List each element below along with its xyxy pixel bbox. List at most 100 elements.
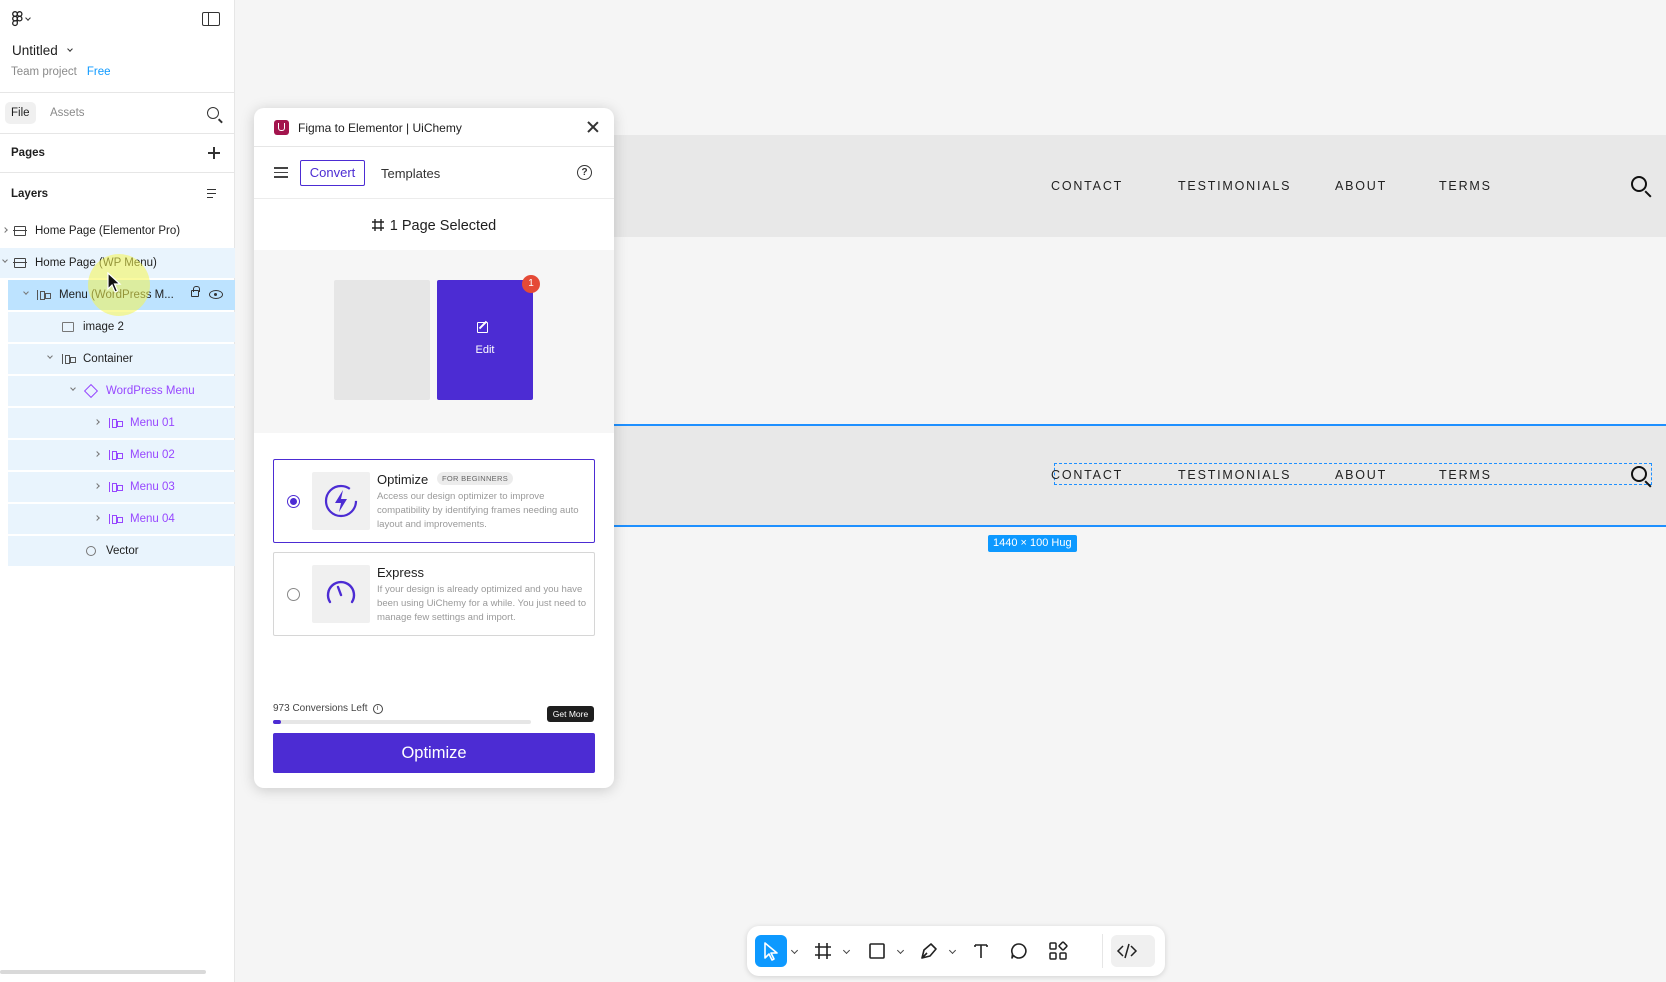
layer-label: Menu 02 [130,449,175,461]
frame-hash-icon [815,943,831,959]
option-optimize[interactable]: Optimize FOR BEGINNERS Access our design… [273,459,595,543]
option-express[interactable]: Express If your design is already optimi… [273,552,595,636]
auto-layout-icon [109,482,123,492]
frame-size-badge: 1440 × 100 Hug [988,535,1077,552]
layer-label: Menu 04 [130,513,175,525]
nav-item-contact: CONTACT [1051,179,1124,193]
expand-caret-icon[interactable] [94,515,100,521]
tab-file[interactable]: File [5,102,36,124]
comment-tool-button[interactable] [1003,935,1035,967]
notification-badge: 1 [522,275,540,293]
frame-tool-button[interactable] [807,935,839,967]
add-page-icon[interactable] [208,147,220,159]
search-icon [1631,466,1647,482]
edit-label: Edit [475,344,495,356]
nav-item-testimonials: TESTIMONIALS [1178,179,1292,193]
tab-convert[interactable]: Convert [300,160,365,186]
nav-item-terms: TERMS [1439,468,1492,482]
chevron-down-icon[interactable] [948,946,957,955]
project-info: Team project Free [11,66,111,78]
page-thumbnail[interactable] [334,280,430,400]
pages-selected-text: 1 Page Selected [389,218,497,234]
move-tool-button[interactable] [755,935,787,967]
collapse-caret-icon[interactable] [70,385,76,391]
option-name: Express [377,565,424,580]
speedometer-icon [312,565,370,623]
layers-panel: Untitled Team project Free File Assets Pa… [0,0,235,982]
tab-assets[interactable]: Assets [50,102,85,124]
layer-row[interactable]: image 2 [8,312,235,342]
help-icon[interactable]: ? [577,165,592,180]
rectangle-icon [869,943,885,959]
layer-label: Home Page (Elementor Pro) [35,225,181,237]
nav-item-contact: CONTACT [1051,468,1124,482]
cursor-arrow-icon [764,942,778,961]
eye-icon[interactable] [209,290,223,299]
layer-label: image 2 [83,321,124,333]
info-icon[interactable]: i [372,703,383,714]
resources-tool-button[interactable] [1042,935,1074,967]
search-icon[interactable] [207,107,219,119]
team-label: Team project [11,66,77,78]
pages-selected-label: 1 Page Selected [254,218,614,234]
hamburger-menu-icon[interactable] [274,167,288,178]
get-more-button[interactable]: Get More [547,706,594,722]
chevron-down-icon [25,14,31,21]
auto-layout-icon [62,354,76,364]
layer-row[interactable]: Menu 04 [8,504,235,534]
file-title[interactable]: Untitled [12,43,73,58]
tab-templates[interactable]: Templates [381,166,440,181]
lock-icon[interactable] [191,286,200,297]
layer-row[interactable]: Menu 02 [8,440,235,470]
frame-icon [13,226,27,236]
toolbar-divider [1102,934,1103,968]
plugin-toolbar: Convert Templates ? [254,147,614,199]
auto-layout-icon [109,450,123,460]
option-description: Access our design optimizer to improve c… [377,491,579,530]
chevron-down-icon[interactable] [790,946,799,955]
layer-row[interactable]: Container [8,344,235,374]
dev-mode-toggle[interactable] [1111,935,1155,967]
conversions-left: 973 Conversions Left i [273,703,383,714]
pages-section[interactable]: Pages [0,135,235,173]
conversions-left-text: 973 Conversions Left [273,703,368,714]
expand-caret-icon[interactable] [2,227,8,233]
collapse-caret-icon[interactable] [2,257,8,263]
panel-tabs: File Assets [0,94,235,134]
layer-row[interactable]: Home Page (Elementor Pro) [0,216,235,246]
layer-label: Menu 03 [130,481,175,493]
figma-main-menu-button[interactable] [12,10,38,28]
layer-row[interactable]: Menu 03 [8,472,235,502]
collapse-caret-icon[interactable] [47,353,53,359]
layer-row[interactable]: Menu 01 [8,408,235,438]
pen-tool-button[interactable] [913,935,945,967]
rectangle-tool-button[interactable] [861,935,893,967]
chevron-down-icon [66,46,73,52]
option-tag: FOR BEGINNERS [437,472,513,485]
horizontal-scrollbar[interactable] [0,970,206,974]
plan-badge[interactable]: Free [87,66,111,78]
optimize-button[interactable]: Optimize [273,733,595,773]
uichemy-plugin-window: Figma to Elementor | UiChemy Convert Tem… [254,108,614,788]
layer-row[interactable]: WordPress Menu [8,376,235,406]
edit-selection-button[interactable]: Edit [437,280,533,400]
sidebar-toggle-icon[interactable] [202,12,220,26]
collapse-layers-icon[interactable] [207,188,221,200]
expand-caret-icon[interactable] [94,483,100,489]
frame-hash-icon [371,219,384,231]
chevron-down-icon[interactable] [896,946,905,955]
layers-label: Layers [11,188,49,200]
close-icon[interactable] [587,121,599,133]
expand-caret-icon[interactable] [94,419,100,425]
chevron-down-icon[interactable] [842,946,851,955]
radio-optimize[interactable] [287,495,300,508]
layer-row[interactable]: Vector [8,536,235,566]
text-icon [974,944,988,958]
radio-express[interactable] [287,588,300,601]
mouse-cursor-icon [107,272,122,293]
file-title-text: Untitled [12,43,58,58]
collapse-caret-icon[interactable] [23,289,29,295]
expand-caret-icon[interactable] [94,451,100,457]
text-tool-button[interactable] [965,935,997,967]
lightning-icon [312,472,370,530]
